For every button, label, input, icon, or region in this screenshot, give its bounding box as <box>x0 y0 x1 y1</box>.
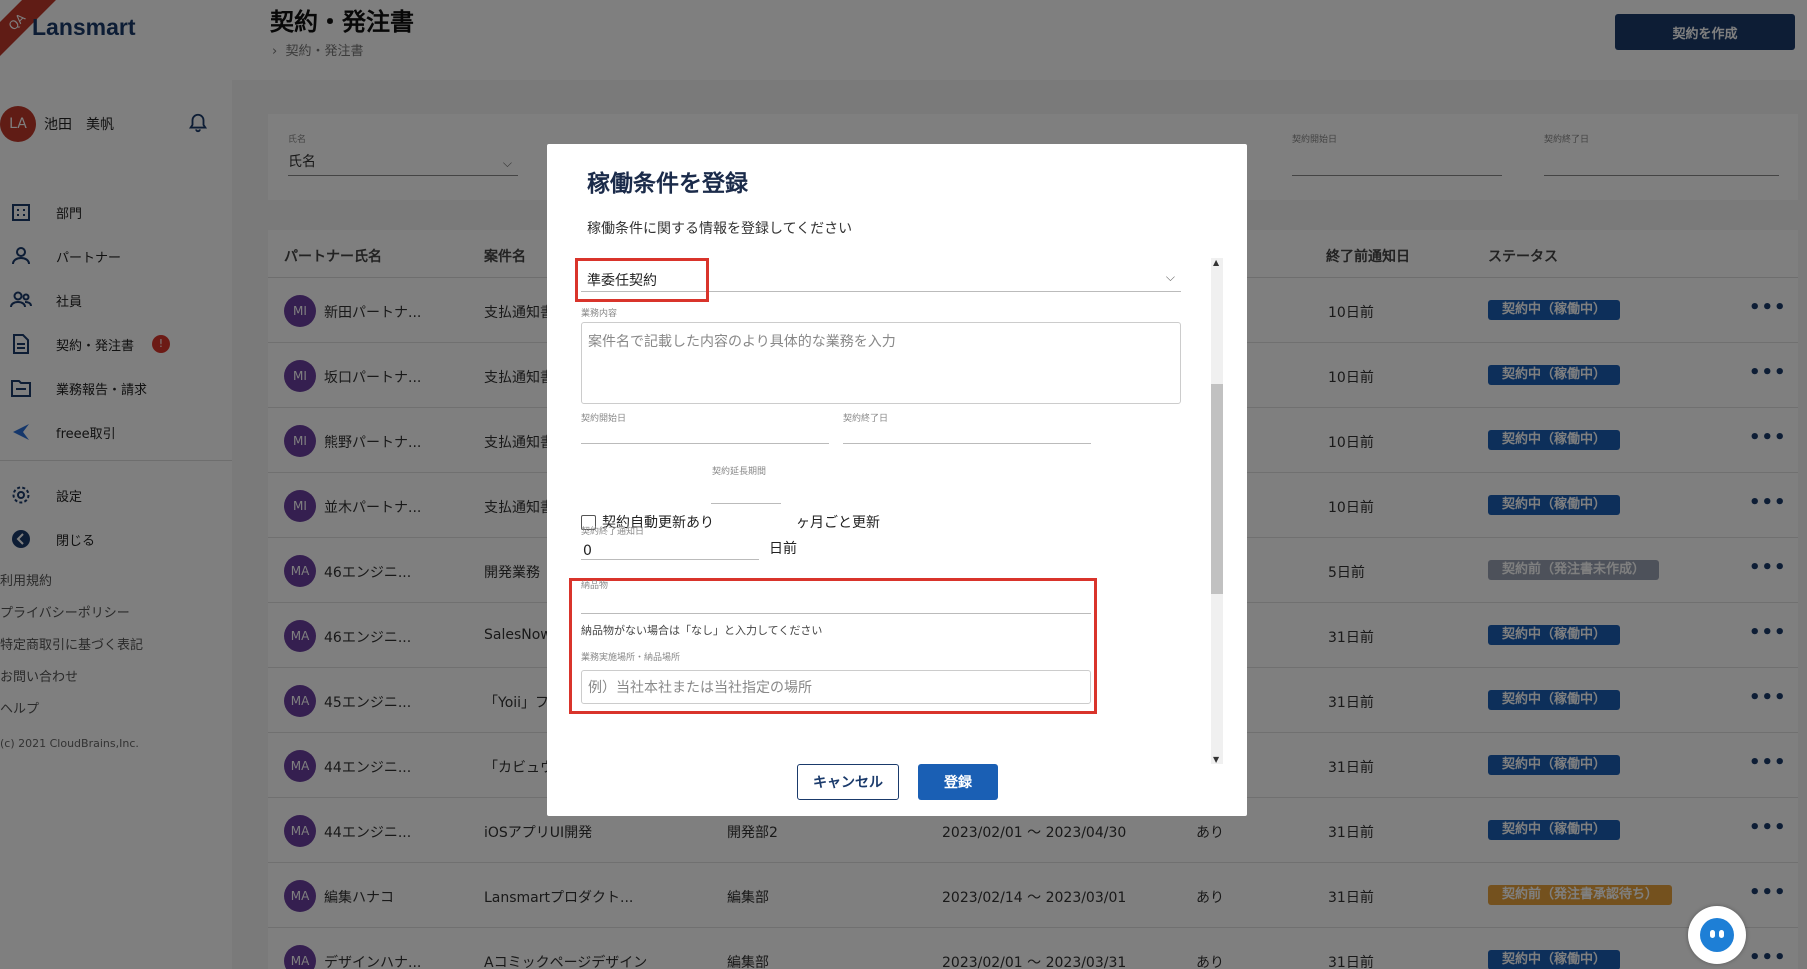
scroll-down-icon[interactable]: ▼ <box>1213 755 1219 764</box>
dialog-title: 稼働条件を登録 <box>587 171 748 197</box>
chevron-down-icon: ⌵ <box>1165 270 1175 284</box>
chat-support-button[interactable] <box>1688 906 1746 964</box>
work-conditions-dialog: 稼働条件を登録 稼働条件に関する情報を登録してください 準委任契約 ⌵ 業務内容… <box>547 144 1247 816</box>
cancel-button[interactable]: キャンセル <box>797 764 899 800</box>
dialog-scroll-area[interactable]: 準委任契約 ⌵ 業務内容 案件名で記載した内容のより具体的な業務を入力 契約開始… <box>569 258 1223 764</box>
deliverable-input[interactable] <box>581 580 1091 614</box>
end-date-input[interactable] <box>843 410 1091 444</box>
notice-input[interactable] <box>581 526 759 560</box>
location-input[interactable]: 例）当社本社または当社指定の場所 <box>581 670 1091 704</box>
notice-suffix: 日前 <box>769 541 797 557</box>
dialog-subtitle: 稼働条件に関する情報を登録してください <box>587 221 853 237</box>
highlight-box <box>575 258 709 302</box>
scrollbar-thumb[interactable] <box>1211 384 1223 594</box>
scroll-up-icon[interactable]: ▲ <box>1213 258 1219 267</box>
notice-value: 0 <box>583 543 592 559</box>
start-date-input[interactable] <box>581 410 829 444</box>
work-content-textarea[interactable]: 案件名で記載した内容のより具体的な業務を入力 <box>581 322 1181 404</box>
register-button[interactable]: 登録 <box>918 764 998 800</box>
chat-bot-icon <box>1700 918 1734 952</box>
extension-input[interactable] <box>711 470 781 504</box>
deliverable-hint: 納品物がない場合は「なし」と入力してください <box>581 624 823 637</box>
dialog-scrollbar[interactable]: ▲ ▼ <box>1211 258 1223 764</box>
extension-suffix: ヶ月ごと更新 <box>796 515 880 531</box>
work-content-label: 業務内容 <box>581 309 618 319</box>
location-label: 業務実施場所・納品場所 <box>581 653 681 663</box>
